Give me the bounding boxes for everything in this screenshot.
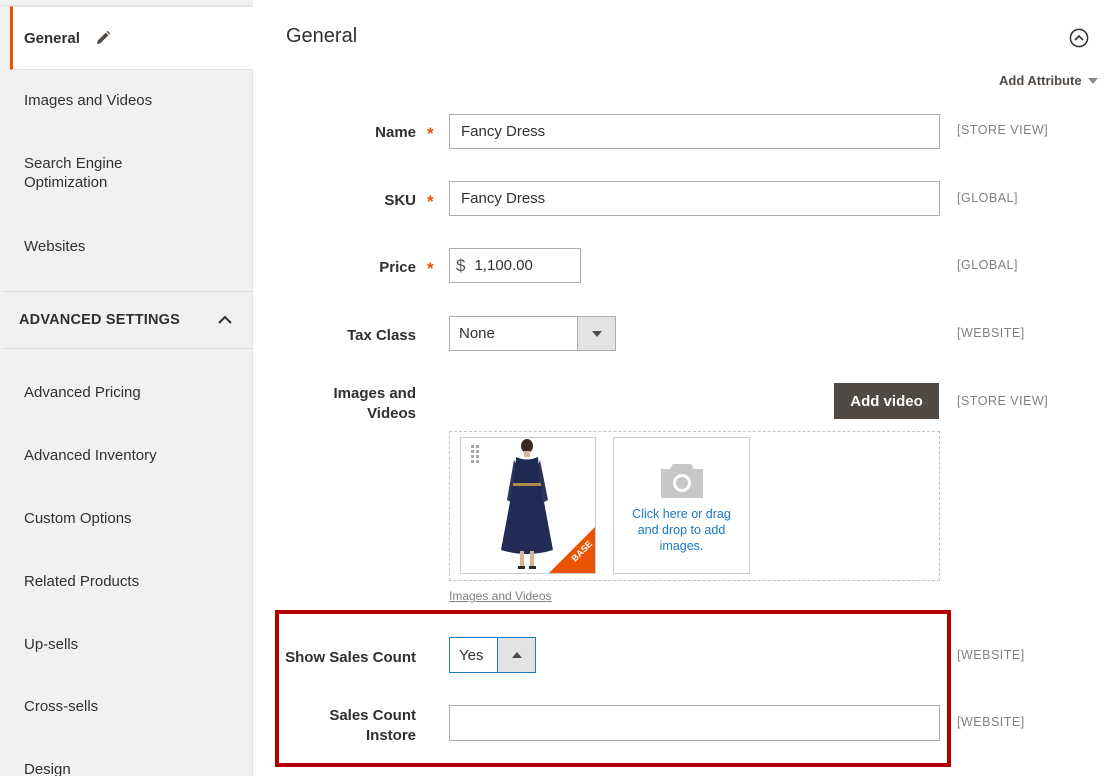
sidebar-item-label: Advanced Inventory [24,446,157,464]
sidebar-item-websites[interactable]: Websites [3,226,253,266]
select-toggle[interactable] [577,317,615,350]
add-attribute-button[interactable]: Add Attribute [999,73,1098,88]
scope-label: [STORE VIEW] [957,394,1049,408]
scope-label: [GLOBAL] [957,191,1018,205]
pencil-icon [96,30,111,44]
price-value: 1,100.00 [474,257,533,274]
sidebar-item-label: Related Products [24,572,140,590]
sku-input[interactable]: Fancy Dress [449,181,940,216]
currency-symbol: $ [456,255,466,275]
sidebar-item-general[interactable]: General [10,6,253,70]
sidebar-item-custom-options[interactable]: Custom Options [3,498,253,538]
label-line: Videos [367,405,416,422]
sidebar: General Images and Videos Search Engine … [0,0,253,776]
sidebar-item-label: General [24,29,80,47]
tax-class-label: Tax Class [347,327,416,344]
label-line: Images and [333,385,416,402]
scope-label: [WEBSITE] [957,648,1025,662]
sidebar-item-label: Search Engine Optimization [24,155,123,191]
product-image-tile[interactable]: BASE [460,437,596,574]
sidebar-item-label: Websites [24,237,86,255]
sku-label: SKU [384,192,416,209]
add-video-button[interactable]: Add video [834,383,939,419]
caret-down-icon [591,330,602,337]
tax-class-value: None [459,325,495,342]
sidebar-item-design[interactable]: Design [3,752,253,776]
scope-label: [GLOBAL] [957,258,1018,272]
add-attribute-label: Add Attribute [999,73,1082,88]
base-badge-icon: BASE [549,527,595,573]
scope-label: [WEBSITE] [957,715,1025,729]
sidebar-item-seo[interactable]: Search Engine Optimization [3,153,203,193]
images-videos-link[interactable]: Images and Videos [449,589,552,603]
caret-down-icon [1087,77,1098,84]
advanced-settings-header[interactable]: ADVANCED SETTINGS [3,291,253,349]
section-title: General [286,25,358,47]
tax-class-select[interactable]: None [449,316,616,351]
scope-label: [WEBSITE] [957,326,1025,340]
camera-icon [661,464,703,498]
advanced-settings-label: ADVANCED SETTINGS [19,312,181,328]
sidebar-item-label: Up-sells [24,635,79,653]
sidebar-item-advanced-inventory[interactable]: Advanced Inventory [3,435,253,475]
sidebar-item-label: Advanced Pricing [24,383,141,401]
sidebar-item-label: Design [24,760,71,776]
sidebar-item-cross-sells[interactable]: Cross-sells [3,686,253,726]
scope-label: [STORE VIEW] [957,123,1049,137]
upload-instructions: Click here or drag and drop to add image… [632,507,731,553]
upload-image-tile[interactable]: Click here or drag and drop to add image… [613,437,750,574]
sidebar-item-label: Custom Options [24,509,132,527]
sidebar-item-images-videos[interactable]: Images and Videos [3,80,253,120]
required-asterisk: * [427,259,434,278]
name-label: Name [375,124,416,141]
required-asterisk: * [427,192,434,211]
sidebar-item-label: Cross-sells [24,697,99,715]
price-label: Price [379,259,416,276]
highlight-box [275,610,951,767]
sidebar-item-label: Images and Videos [24,91,153,109]
images-videos-label: Images and Videos [300,384,416,424]
sidebar-item-advanced-pricing[interactable]: Advanced Pricing [3,372,253,412]
chevron-up-icon [218,315,232,324]
required-asterisk: * [427,124,434,143]
collapse-circle-icon[interactable] [1069,28,1089,48]
name-input[interactable]: Fancy Dress [449,114,940,149]
price-input[interactable]: $ 1,100.00 [449,248,581,283]
sidebar-item-related-products[interactable]: Related Products [3,561,253,601]
sidebar-item-up-sells[interactable]: Up-sells [3,624,253,664]
